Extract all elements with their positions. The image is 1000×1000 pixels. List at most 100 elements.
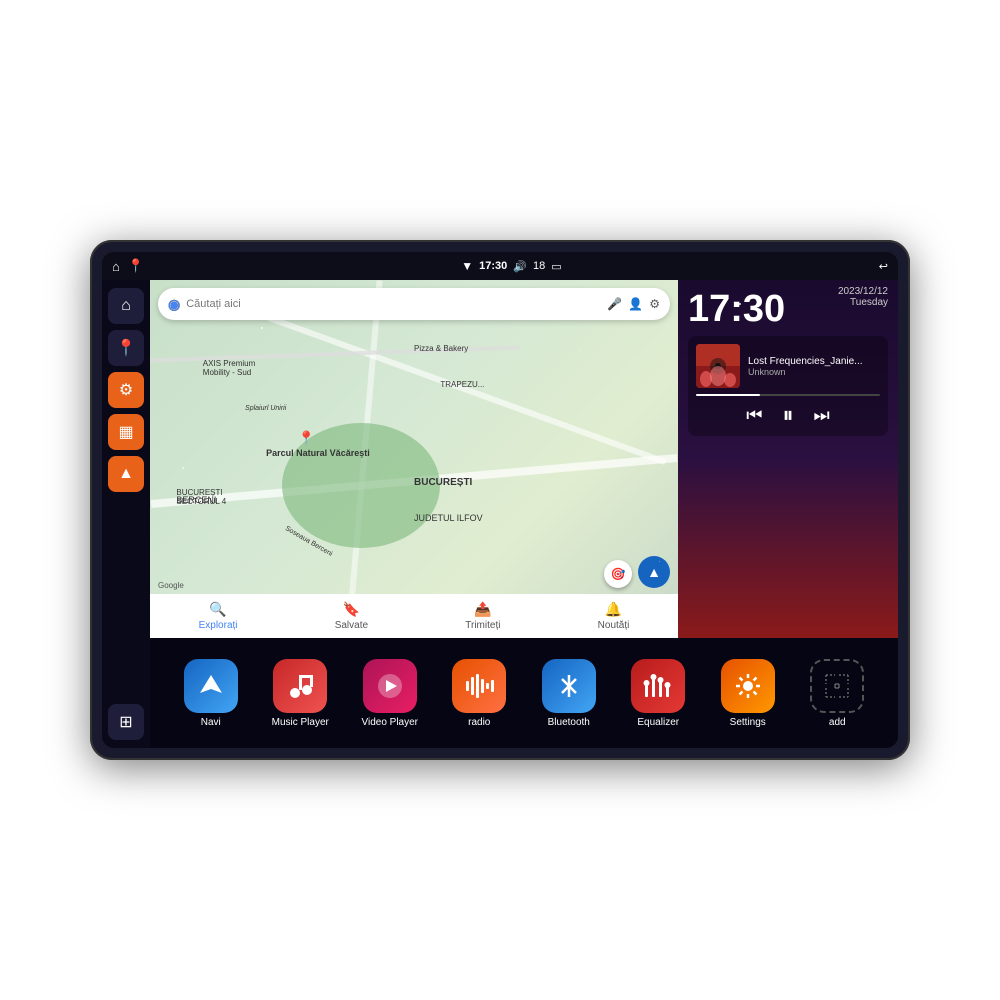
status-bar: ⌂ 📍 ▼ 17:30 🔊 18 ▭ ↩ bbox=[102, 252, 898, 280]
sidebar-navigation[interactable]: ▲ bbox=[108, 456, 144, 492]
music-player-icon bbox=[273, 659, 327, 713]
music-title: Lost Frequencies_Janie... bbox=[748, 356, 880, 367]
map-label-splaiurl: Splaiurl Unirii bbox=[245, 405, 286, 412]
app-radio[interactable]: radio bbox=[449, 659, 509, 728]
map-label-trapezului: TRAPEZU... bbox=[440, 380, 484, 389]
saved-label: Salvate bbox=[335, 620, 368, 631]
map-news[interactable]: 🔔 Noutăți bbox=[598, 601, 630, 631]
mic-icon[interactable]: 🎤 bbox=[607, 297, 622, 311]
clock-display: 17:30 2023/12/12 Tuesday bbox=[688, 290, 888, 328]
battery-icon: ▭ bbox=[551, 260, 561, 273]
clock-date-value: 2023/12/12 bbox=[838, 286, 888, 297]
music-progress-bar[interactable] bbox=[696, 394, 880, 396]
map-send[interactable]: 📤 Trimiteți bbox=[465, 601, 500, 631]
app-music-player[interactable]: Music Player bbox=[270, 659, 330, 728]
navi-icon bbox=[184, 659, 238, 713]
app-add[interactable]: add bbox=[807, 659, 867, 728]
music-text: Lost Frequencies_Janie... Unknown bbox=[748, 356, 880, 377]
top-split: ◉ Căutați aici 🎤 👤 ⚙ AXIS PremiumMobilit… bbox=[150, 280, 898, 638]
settings-label: Settings bbox=[730, 717, 766, 728]
account-icon[interactable]: 👤 bbox=[628, 297, 643, 311]
device-screen: ⌂ 📍 ▼ 17:30 🔊 18 ▭ ↩ ⌂ 📍 bbox=[102, 252, 898, 748]
app-bluetooth[interactable]: Bluetooth bbox=[539, 659, 599, 728]
clock-date: 2023/12/12 Tuesday bbox=[838, 286, 888, 308]
play-pause-button[interactable]: ⏸ bbox=[782, 402, 793, 428]
sidebar-grid[interactable]: ⊞ bbox=[108, 704, 144, 740]
news-icon: 🔔 bbox=[605, 601, 622, 618]
settings-icon: ⚙ bbox=[119, 380, 133, 400]
app-video-player[interactable]: Video Player bbox=[360, 659, 420, 728]
files-icon: ▦ bbox=[118, 422, 133, 442]
status-left: ⌂ 📍 bbox=[112, 258, 144, 274]
google-logo: Google bbox=[158, 581, 184, 590]
next-button[interactable]: ⏭ bbox=[814, 405, 830, 426]
map-area[interactable]: ◉ Căutați aici 🎤 👤 ⚙ AXIS PremiumMobilit… bbox=[150, 280, 678, 638]
add-svg bbox=[822, 671, 852, 701]
map-status-icon[interactable]: 📍 bbox=[128, 258, 144, 274]
navigation-icon: ▲ bbox=[118, 465, 134, 483]
map-bottom-bar: 🔍 Explorați 🔖 Salvate 📤 Trimiteți bbox=[150, 594, 678, 638]
battery-level: 18 bbox=[533, 260, 545, 272]
radio-svg bbox=[464, 671, 494, 701]
app-equalizer[interactable]: Equalizer bbox=[628, 659, 688, 728]
status-right: ↩ bbox=[879, 260, 888, 273]
status-time: 17:30 bbox=[479, 260, 507, 272]
video-player-label: Video Player bbox=[361, 717, 418, 728]
bluetooth-icon bbox=[542, 659, 596, 713]
bt-svg bbox=[554, 671, 584, 701]
explore-label: Explorați bbox=[199, 620, 238, 631]
location-btn[interactable]: 🎯 bbox=[604, 560, 632, 588]
equalizer-icon bbox=[631, 659, 685, 713]
map-pin-park: 📍 bbox=[298, 430, 315, 447]
search-placeholder: Căutați aici bbox=[186, 298, 601, 310]
location-icon: 🎯 bbox=[611, 567, 626, 581]
device-outer: ⌂ 📍 ▼ 17:30 🔊 18 ▭ ↩ ⌂ 📍 bbox=[90, 240, 910, 760]
map-background: ◉ Căutați aici 🎤 👤 ⚙ AXIS PremiumMobilit… bbox=[150, 280, 678, 638]
back-icon[interactable]: ↩ bbox=[879, 260, 888, 273]
music-artist: Unknown bbox=[748, 367, 880, 377]
album-art-svg bbox=[696, 344, 740, 388]
map-label-sector: BUCUREȘTISECTORUL 4 bbox=[176, 488, 226, 506]
clock-time: 17:30 bbox=[688, 290, 785, 328]
navi-label: Navi bbox=[201, 717, 221, 728]
music-widget[interactable]: Lost Frequencies_Janie... Unknown ⏮ ⏸ ⏭ bbox=[688, 336, 888, 436]
map-saved[interactable]: 🔖 Salvate bbox=[335, 601, 368, 631]
video-player-icon bbox=[363, 659, 417, 713]
wifi-icon: ▼ bbox=[461, 259, 473, 273]
grid-icon: ⊞ bbox=[119, 712, 132, 732]
home-icon: ⌂ bbox=[121, 297, 131, 315]
music-progress-fill bbox=[696, 394, 760, 396]
content-split: ◉ Căutați aici 🎤 👤 ⚙ AXIS PremiumMobilit… bbox=[150, 280, 898, 748]
music-svg bbox=[285, 671, 315, 701]
map-search-bar[interactable]: ◉ Căutați aici 🎤 👤 ⚙ bbox=[158, 288, 670, 320]
sidebar-home[interactable]: ⌂ bbox=[108, 288, 144, 324]
clock-day: Tuesday bbox=[838, 297, 888, 308]
send-label: Trimiteți bbox=[465, 620, 500, 631]
info-panel: 17:30 2023/12/12 Tuesday bbox=[678, 280, 898, 638]
home-status-icon[interactable]: ⌂ bbox=[112, 259, 120, 274]
sidebar-maps[interactable]: 📍 bbox=[108, 330, 144, 366]
app-navi[interactable]: Navi bbox=[181, 659, 241, 728]
radio-icon bbox=[452, 659, 506, 713]
sidebar-files[interactable]: ▦ bbox=[108, 414, 144, 450]
volume-icon: 🔊 bbox=[513, 260, 527, 273]
sidebar-settings[interactable]: ⚙ bbox=[108, 372, 144, 408]
settings-svg bbox=[733, 671, 763, 701]
eq-svg bbox=[643, 671, 673, 701]
add-app-icon bbox=[810, 659, 864, 713]
more-icon[interactable]: ⚙ bbox=[649, 297, 660, 311]
app-grid-bar: Navi Music Pl bbox=[150, 638, 898, 748]
music-player-label: Music Player bbox=[272, 717, 329, 728]
app-settings[interactable]: Settings bbox=[718, 659, 778, 728]
map-label-park: Parcul Natural Văcărești bbox=[266, 448, 370, 458]
map-label-judet: JUDETUL ILFOV bbox=[414, 513, 483, 523]
main-content: ⌂ 📍 ⚙ ▦ ▲ ⊞ bbox=[102, 280, 898, 748]
map-label-pizza: Pizza & Bakery bbox=[414, 344, 468, 353]
sidebar: ⌂ 📍 ⚙ ▦ ▲ ⊞ bbox=[102, 280, 150, 748]
prev-button[interactable]: ⏮ bbox=[746, 405, 762, 426]
maps-icon: 📍 bbox=[116, 338, 136, 358]
map-explore[interactable]: 🔍 Explorați bbox=[199, 601, 238, 631]
navigate-btn[interactable]: ▲ bbox=[638, 556, 670, 588]
album-art bbox=[696, 344, 740, 388]
news-label: Noutăți bbox=[598, 620, 630, 631]
